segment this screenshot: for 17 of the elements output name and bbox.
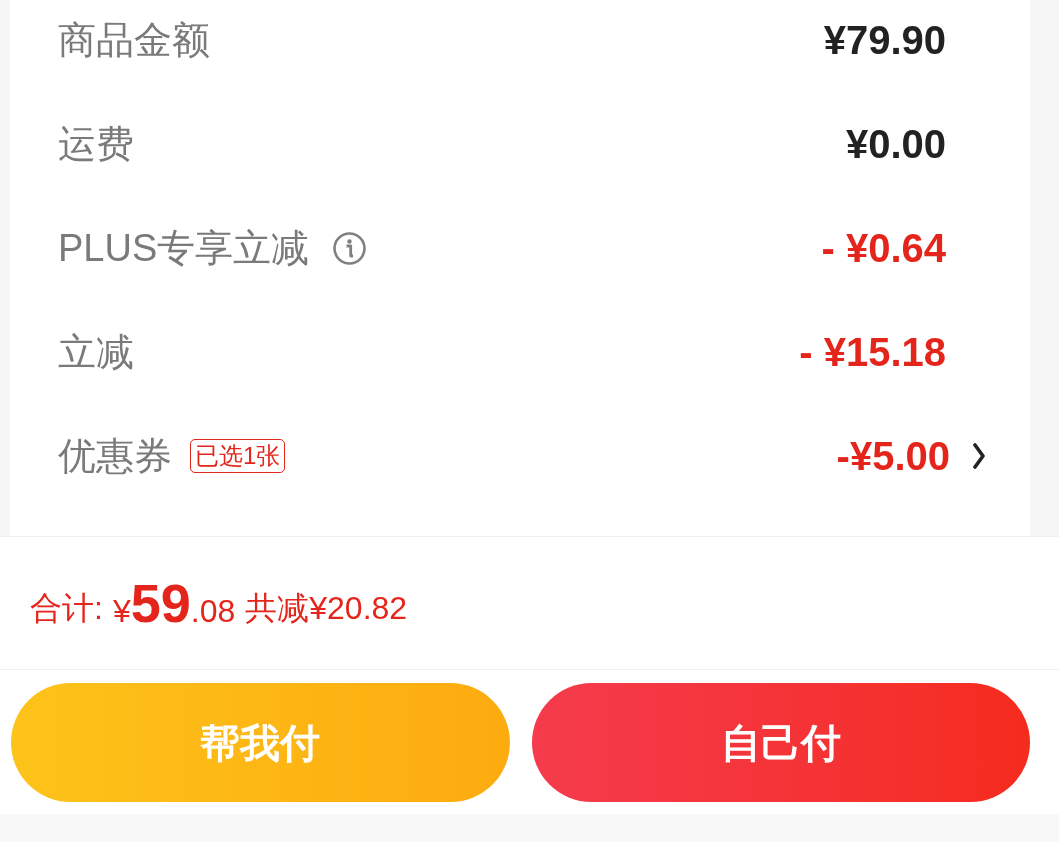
total-label: 合计: <box>30 592 103 624</box>
row-amount: ¥0.00 <box>845 124 946 164</box>
row-amount: - ¥0.64 <box>821 228 946 268</box>
info-icon[interactable] <box>333 231 367 265</box>
row-amount: ¥79.90 <box>823 20 946 60</box>
chevron-right-icon[interactable] <box>972 443 986 469</box>
pay-button[interactable]: 自己付 <box>531 683 1030 802</box>
row-label: PLUS专享立减 <box>58 229 310 267</box>
row-label: 立减 <box>58 333 134 371</box>
row-amount: -¥5.00 <box>836 436 950 476</box>
total-price: ¥59.08 <box>112 576 236 630</box>
row-label: 商品金额 <box>58 21 210 59</box>
coupon-badge: 已选1张 <box>190 439 286 473</box>
row-label: 优惠券 <box>58 437 172 475</box>
row-amount: - ¥15.18 <box>799 332 946 372</box>
total-discount: 共减¥20.82 <box>245 592 408 624</box>
row-label: 运费 <box>58 125 134 163</box>
